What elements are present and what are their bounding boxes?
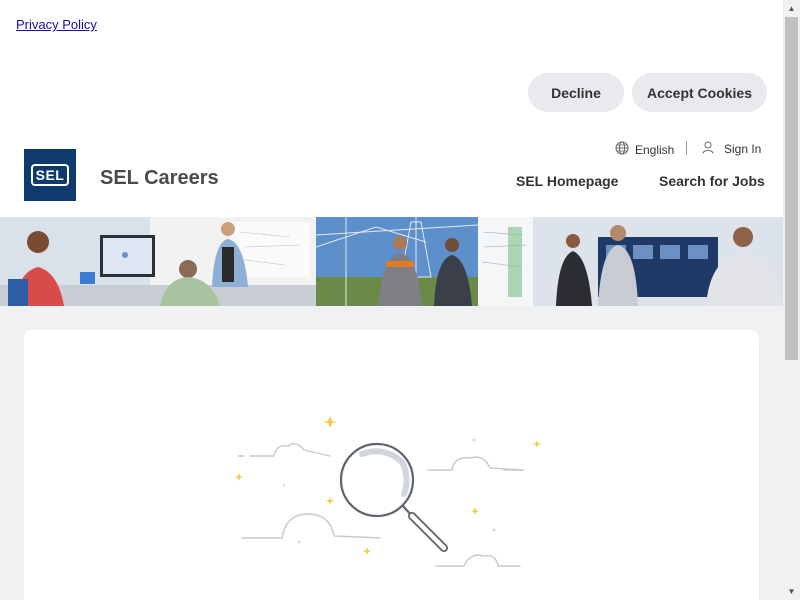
site-header: SEL SEL Careers English Sign In SEL Home… (0, 127, 783, 217)
nav-sel-homepage[interactable]: SEL Homepage (516, 173, 618, 189)
language-label: English (635, 142, 675, 157)
globe-icon (615, 141, 629, 158)
vertical-scrollbar[interactable]: ▲ ▼ (783, 0, 800, 600)
hero-banner-image (0, 217, 783, 306)
user-icon (702, 141, 714, 157)
nav-search-jobs[interactable]: Search for Jobs (659, 173, 765, 189)
sign-in-link[interactable]: Sign In (702, 141, 761, 157)
no-results-card (24, 330, 759, 600)
decline-cookies-button[interactable]: Decline (528, 73, 624, 112)
banner-photo-substation (316, 217, 478, 306)
site-title: SEL Careers (100, 167, 219, 189)
logo-text: SEL (30, 164, 70, 186)
privacy-policy-link[interactable]: Privacy Policy (16, 17, 97, 32)
sel-logo[interactable]: SEL (24, 149, 76, 201)
cookie-banner: Privacy Policy Decline Accept Cookies (0, 0, 783, 127)
sign-in-label: Sign In (724, 142, 762, 156)
magnifying-glass-illustration (235, 416, 541, 567)
scroll-up-arrow-icon[interactable]: ▲ (783, 0, 800, 17)
banner-photo-office (0, 217, 316, 306)
scroll-down-arrow-icon[interactable]: ▼ (783, 583, 800, 600)
banner-photo-lab (478, 217, 783, 306)
accept-cookies-button[interactable]: Accept Cookies (632, 73, 767, 112)
utility-divider (686, 141, 687, 155)
page-viewport: Privacy Policy Decline Accept Cookies SE… (0, 0, 783, 600)
scrollbar-thumb[interactable] (785, 17, 798, 360)
language-selector[interactable]: English (615, 141, 674, 158)
